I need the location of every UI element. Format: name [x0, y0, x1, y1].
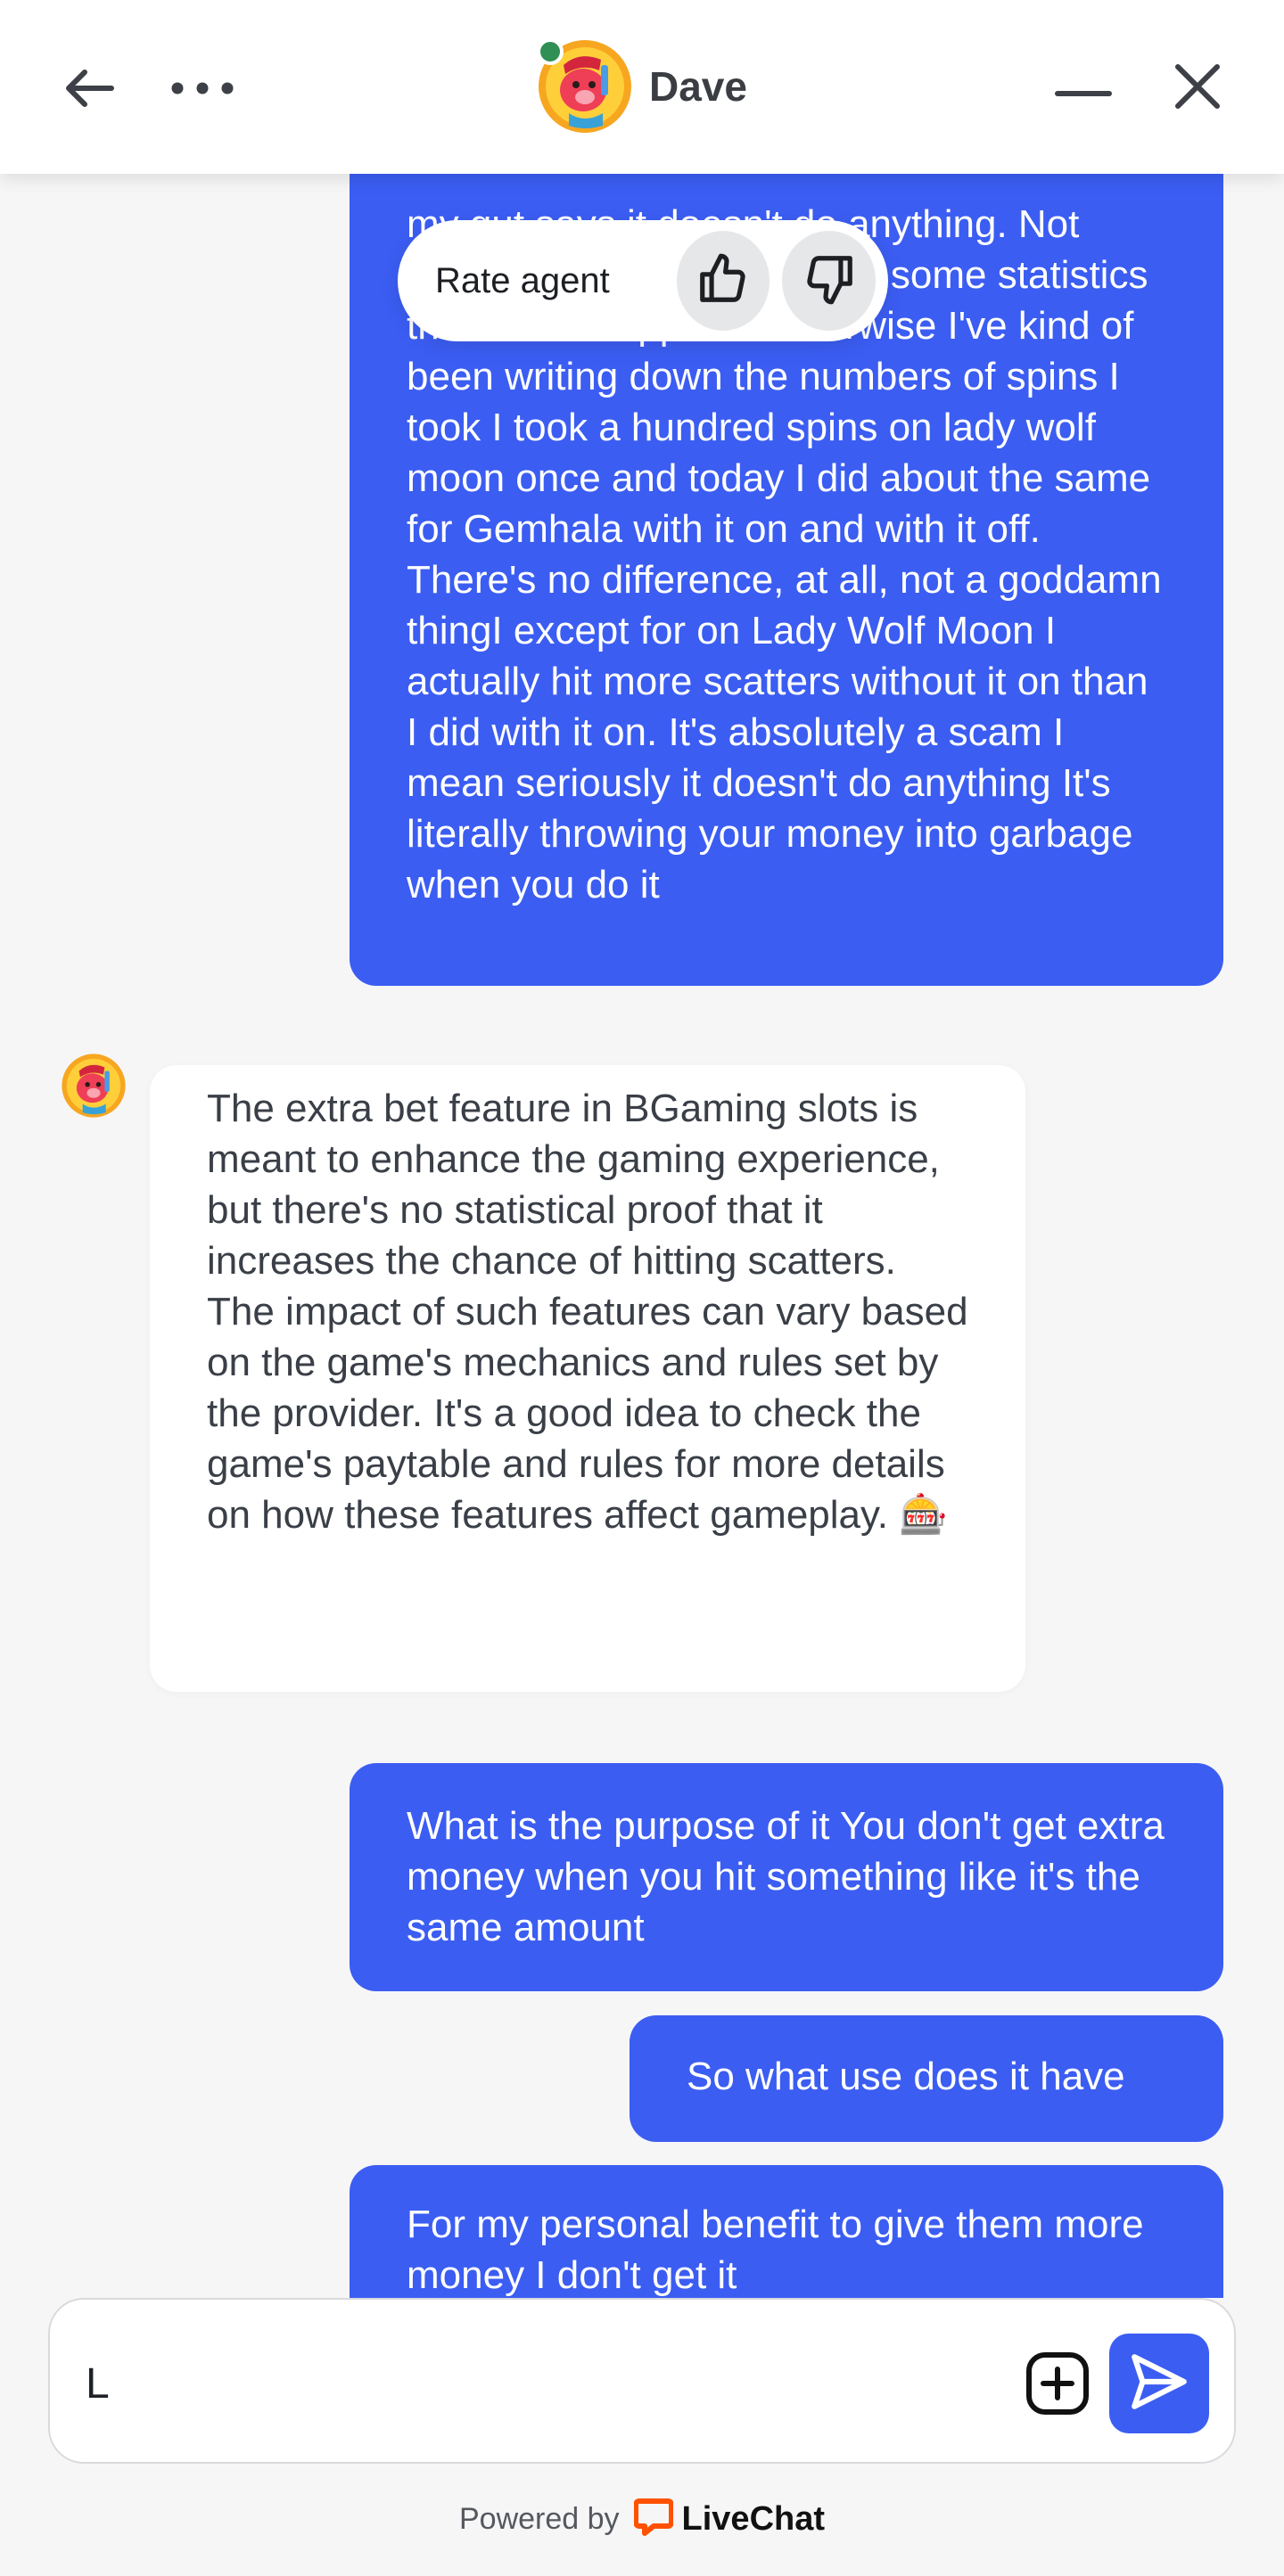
user-message: For my personal benefit to give them mor…: [350, 2165, 1223, 2298]
close-button[interactable]: [1156, 50, 1239, 127]
agent-info: Dave: [537, 37, 747, 135]
message-text: The extra bet feature in BGaming slots i…: [207, 1087, 968, 1537]
powered-by-footer: Powered by LiveChat: [0, 2487, 1284, 2551]
agent-avatar: [537, 38, 633, 135]
slot-machine-emoji: 🎰: [899, 1493, 948, 1537]
message-text: For my personal benefit to give them mor…: [407, 2203, 1144, 2297]
more-options-button[interactable]: [160, 52, 244, 128]
user-message: So what use does it have: [630, 2015, 1223, 2142]
rate-agent-label: Rate agent: [435, 260, 610, 300]
message-text: What is the purpose of it You don't get …: [407, 1804, 1165, 1949]
minimize-icon: [1054, 87, 1113, 104]
plus-square-icon: [1020, 2352, 1095, 2424]
close-icon: [1173, 62, 1222, 116]
thumbs-up-button[interactable]: [676, 231, 770, 331]
user-message: What is the purpose of it You don't get …: [350, 1763, 1223, 1991]
back-button[interactable]: [50, 52, 127, 128]
send-icon: [1126, 2349, 1192, 2419]
thumbs-up-icon: [696, 251, 751, 311]
message-list[interactable]: my gut says it doesn't do anything. Not …: [0, 174, 1284, 2298]
thumbs-down-button[interactable]: [782, 231, 876, 331]
thumbs-down-icon: [802, 251, 857, 311]
more-dots-icon: [169, 79, 236, 102]
rate-agent-popup: Rate agent: [398, 220, 888, 341]
message-input[interactable]: [84, 2342, 997, 2424]
agent-message-avatar: [61, 1053, 127, 1119]
message-text: So what use does it have: [687, 2055, 1125, 2098]
livechat-brand[interactable]: LiveChat: [682, 2500, 825, 2539]
arrow-left-icon: [62, 67, 115, 114]
add-attachment-button[interactable]: [1020, 2346, 1095, 2421]
message-composer: [48, 2298, 1236, 2464]
online-status-dot: [537, 38, 564, 65]
minimize-button[interactable]: [1041, 57, 1125, 134]
chat-header: Dave: [0, 0, 1284, 174]
agent-message: The extra bet feature in BGaming slots i…: [150, 1065, 1025, 1692]
livechat-logo-icon: [632, 2498, 674, 2541]
send-button[interactable]: [1109, 2334, 1209, 2433]
agent-name: Dave: [649, 63, 747, 110]
powered-by-text: Powered by: [458, 2501, 620, 2536]
